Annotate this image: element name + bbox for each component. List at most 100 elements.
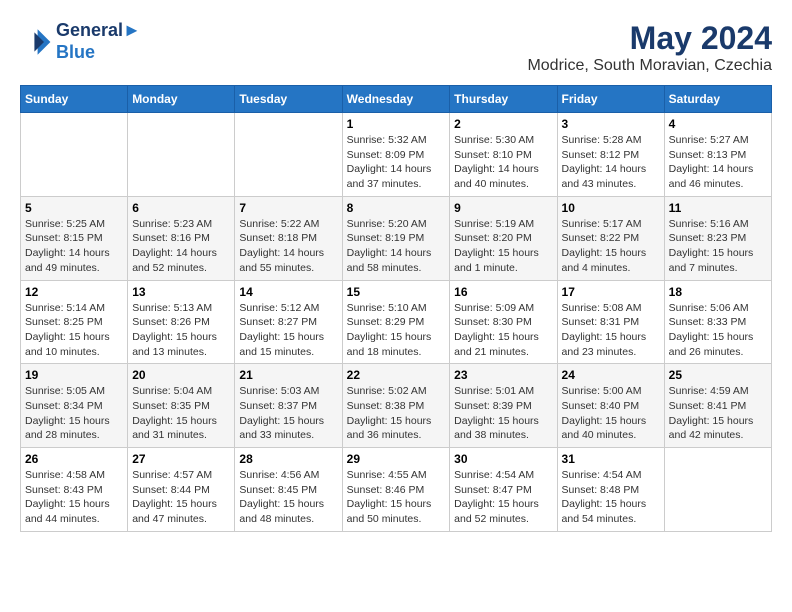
day-number: 8 [347,201,446,215]
logo-text: General► Blue [56,20,141,63]
calendar-cell: 31 Sunrise: 4:54 AM Sunset: 8:48 PM Dayli… [557,448,664,532]
calendar-cell: 22 Sunrise: 5:02 AM Sunset: 8:38 PM Dayli… [342,364,450,448]
day-number: 19 [25,368,123,382]
day-info: Sunrise: 4:58 AM Sunset: 8:43 PM Dayligh… [25,468,123,527]
week-row-3: 12 Sunrise: 5:14 AM Sunset: 8:25 PM Dayli… [21,280,772,364]
calendar-cell: 9 Sunrise: 5:19 AM Sunset: 8:20 PM Daylig… [450,196,557,280]
day-number: 27 [132,452,230,466]
weekday-header-saturday: Saturday [664,86,771,113]
day-info: Sunrise: 5:20 AM Sunset: 8:19 PM Dayligh… [347,217,446,276]
week-row-2: 5Sunrise: 5:25 AM Sunset: 8:15 PM Daylig… [21,196,772,280]
day-number: 22 [347,368,446,382]
calendar-table: SundayMondayTuesdayWednesdayThursdayFrid… [20,85,772,532]
day-number: 15 [347,285,446,299]
day-number: 20 [132,368,230,382]
calendar-cell [21,113,128,197]
weekday-header-tuesday: Tuesday [235,86,342,113]
calendar-cell: 3 Sunrise: 5:28 AM Sunset: 8:12 PM Daylig… [557,113,664,197]
calendar-cell [664,448,771,532]
calendar-cell: 10 Sunrise: 5:17 AM Sunset: 8:22 PM Dayli… [557,196,664,280]
day-number: 29 [347,452,446,466]
day-info: Sunrise: 5:09 AM Sunset: 8:30 PM Dayligh… [454,301,552,360]
week-row-1: 1 Sunrise: 5:32 AM Sunset: 8:09 PM Daylig… [21,113,772,197]
day-number: 18 [669,285,767,299]
day-number: 26 [25,452,123,466]
calendar-cell [235,113,342,197]
calendar-cell: 19 Sunrise: 5:05 AM Sunset: 8:34 PM Dayli… [21,364,128,448]
day-number: 31 [562,452,660,466]
day-info: Sunrise: 5:01 AM Sunset: 8:39 PM Dayligh… [454,384,552,443]
week-row-5: 26 Sunrise: 4:58 AM Sunset: 8:43 PM Dayli… [21,448,772,532]
calendar-cell: 29Sunrise: 4:55 AM Sunset: 8:46 PM Dayli… [342,448,450,532]
day-info: Sunrise: 5:17 AM Sunset: 8:22 PM Dayligh… [562,217,660,276]
calendar-cell: 21Sunrise: 5:03 AM Sunset: 8:37 PM Dayli… [235,364,342,448]
calendar-cell: 2Sunrise: 5:30 AM Sunset: 8:10 PM Daylig… [450,113,557,197]
calendar-cell: 17 Sunrise: 5:08 AM Sunset: 8:31 PM Dayli… [557,280,664,364]
day-info: Sunrise: 4:56 AM Sunset: 8:45 PM Dayligh… [239,468,337,527]
calendar-cell: 8 Sunrise: 5:20 AM Sunset: 8:19 PM Daylig… [342,196,450,280]
day-info: Sunrise: 5:04 AM Sunset: 8:35 PM Dayligh… [132,384,230,443]
day-info: Sunrise: 4:54 AM Sunset: 8:47 PM Dayligh… [454,468,552,527]
calendar-cell: 11 Sunrise: 5:16 AM Sunset: 8:23 PM Dayli… [664,196,771,280]
calendar-cell: 20 Sunrise: 5:04 AM Sunset: 8:35 PM Dayli… [128,364,235,448]
day-number: 9 [454,201,552,215]
day-number: 11 [669,201,767,215]
day-number: 24 [562,368,660,382]
day-info: Sunrise: 5:23 AM Sunset: 8:16 PM Dayligh… [132,217,230,276]
logo-icon [20,26,52,58]
calendar-cell: 30 Sunrise: 4:54 AM Sunset: 8:47 PM Dayli… [450,448,557,532]
day-info: Sunrise: 4:54 AM Sunset: 8:48 PM Dayligh… [562,468,660,527]
day-info: Sunrise: 5:19 AM Sunset: 8:20 PM Dayligh… [454,217,552,276]
day-info: Sunrise: 5:10 AM Sunset: 8:29 PM Dayligh… [347,301,446,360]
day-number: 6 [132,201,230,215]
weekday-header-wednesday: Wednesday [342,86,450,113]
day-info: Sunrise: 5:06 AM Sunset: 8:33 PM Dayligh… [669,301,767,360]
day-number: 10 [562,201,660,215]
calendar-cell: 6 Sunrise: 5:23 AM Sunset: 8:16 PM Daylig… [128,196,235,280]
calendar-cell: 24 Sunrise: 5:00 AM Sunset: 8:40 PM Dayli… [557,364,664,448]
day-number: 3 [562,117,660,131]
weekday-header-sunday: Sunday [21,86,128,113]
day-info: Sunrise: 5:13 AM Sunset: 8:26 PM Dayligh… [132,301,230,360]
title-block: May 2024 Modrice, South Moravian, Czechi… [527,20,772,75]
calendar-cell: 26 Sunrise: 4:58 AM Sunset: 8:43 PM Dayli… [21,448,128,532]
calendar-cell: 27 Sunrise: 4:57 AM Sunset: 8:44 PM Dayli… [128,448,235,532]
day-number: 1 [347,117,446,131]
day-number: 14 [239,285,337,299]
day-number: 13 [132,285,230,299]
day-number: 21 [239,368,337,382]
calendar-cell: 28 Sunrise: 4:56 AM Sunset: 8:45 PM Dayli… [235,448,342,532]
calendar-cell [128,113,235,197]
day-number: 5 [25,201,123,215]
day-info: Sunrise: 4:57 AM Sunset: 8:44 PM Dayligh… [132,468,230,527]
weekday-header-row: SundayMondayTuesdayWednesdayThursdayFrid… [21,86,772,113]
day-info: Sunrise: 5:32 AM Sunset: 8:09 PM Dayligh… [347,133,446,192]
day-info: Sunrise: 5:05 AM Sunset: 8:34 PM Dayligh… [25,384,123,443]
calendar-cell: 12 Sunrise: 5:14 AM Sunset: 8:25 PM Dayli… [21,280,128,364]
calendar-cell: 16 Sunrise: 5:09 AM Sunset: 8:30 PM Dayli… [450,280,557,364]
day-info: Sunrise: 5:12 AM Sunset: 8:27 PM Dayligh… [239,301,337,360]
calendar-cell: 23Sunrise: 5:01 AM Sunset: 8:39 PM Dayli… [450,364,557,448]
day-number: 30 [454,452,552,466]
calendar-cell: 7Sunrise: 5:22 AM Sunset: 8:18 PM Daylig… [235,196,342,280]
day-info: Sunrise: 5:28 AM Sunset: 8:12 PM Dayligh… [562,133,660,192]
calendar-cell: 14 Sunrise: 5:12 AM Sunset: 8:27 PM Dayli… [235,280,342,364]
day-info: Sunrise: 5:22 AM Sunset: 8:18 PM Dayligh… [239,217,337,276]
location: Modrice, South Moravian, Czechia [527,57,772,75]
day-number: 28 [239,452,337,466]
weekday-header-monday: Monday [128,86,235,113]
day-info: Sunrise: 5:02 AM Sunset: 8:38 PM Dayligh… [347,384,446,443]
day-info: Sunrise: 5:14 AM Sunset: 8:25 PM Dayligh… [25,301,123,360]
calendar-cell: 15 Sunrise: 5:10 AM Sunset: 8:29 PM Dayli… [342,280,450,364]
day-number: 2 [454,117,552,131]
calendar-cell: 4Sunrise: 5:27 AM Sunset: 8:13 PM Daylig… [664,113,771,197]
day-number: 16 [454,285,552,299]
day-number: 17 [562,285,660,299]
page-header: General► Blue May 2024 Modrice, South Mo… [20,20,772,75]
day-info: Sunrise: 5:08 AM Sunset: 8:31 PM Dayligh… [562,301,660,360]
day-info: Sunrise: 5:00 AM Sunset: 8:40 PM Dayligh… [562,384,660,443]
weekday-header-friday: Friday [557,86,664,113]
weekday-header-thursday: Thursday [450,86,557,113]
day-info: Sunrise: 5:16 AM Sunset: 8:23 PM Dayligh… [669,217,767,276]
day-number: 12 [25,285,123,299]
